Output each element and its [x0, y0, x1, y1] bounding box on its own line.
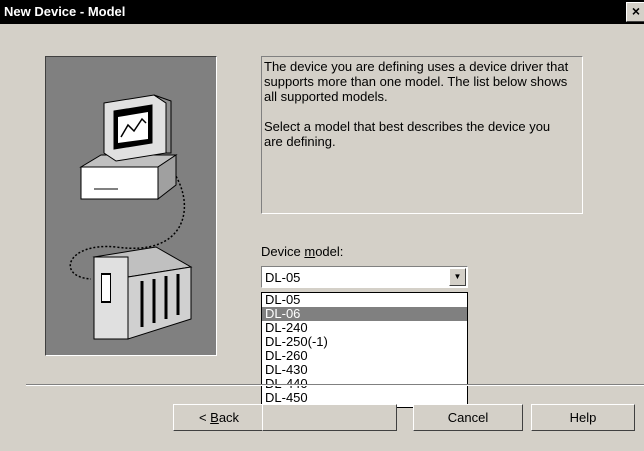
computer-plc-illustration — [69, 94, 193, 340]
instruction-text: Select a model that best describes the d… — [264, 119, 551, 149]
computer-icon — [79, 94, 178, 201]
description-text: The device you are defining uses a devic… — [264, 59, 569, 104]
device-model-selected: DL-05 — [265, 270, 301, 285]
device-model-label: Device model: — [261, 244, 344, 259]
separator — [26, 384, 644, 386]
plc-rack-icon — [92, 246, 193, 340]
list-item[interactable]: DL-450 — [262, 391, 467, 405]
device-illustration — [45, 56, 217, 356]
title-bar: New Device - Model × — [0, 0, 644, 24]
device-model-list[interactable]: DL-05 DL-06 DL-240 DL-250(-1) DL-260 DL-… — [261, 292, 468, 408]
list-item[interactable]: DL-250(-1) — [262, 335, 467, 349]
list-item[interactable]: DL-05 — [262, 293, 467, 307]
list-item[interactable]: DL-240 — [262, 321, 467, 335]
description-panel: The device you are defining uses a devic… — [261, 56, 583, 214]
list-item[interactable]: DL-260 — [262, 349, 467, 363]
close-icon: × — [631, 3, 641, 19]
next-button[interactable] — [262, 404, 397, 431]
close-button[interactable]: × — [626, 2, 644, 22]
device-model-combobox[interactable]: DL-05 ▼ — [261, 266, 468, 288]
help-button[interactable]: Help — [531, 404, 635, 431]
cancel-button[interactable]: Cancel — [413, 404, 523, 431]
back-button[interactable]: < Back — [173, 404, 265, 431]
list-item-highlighted[interactable]: DL-06 — [262, 307, 467, 321]
list-item[interactable]: DL-430 — [262, 363, 467, 377]
window-title: New Device - Model — [4, 4, 126, 19]
dropdown-arrow-icon[interactable]: ▼ — [449, 268, 466, 286]
